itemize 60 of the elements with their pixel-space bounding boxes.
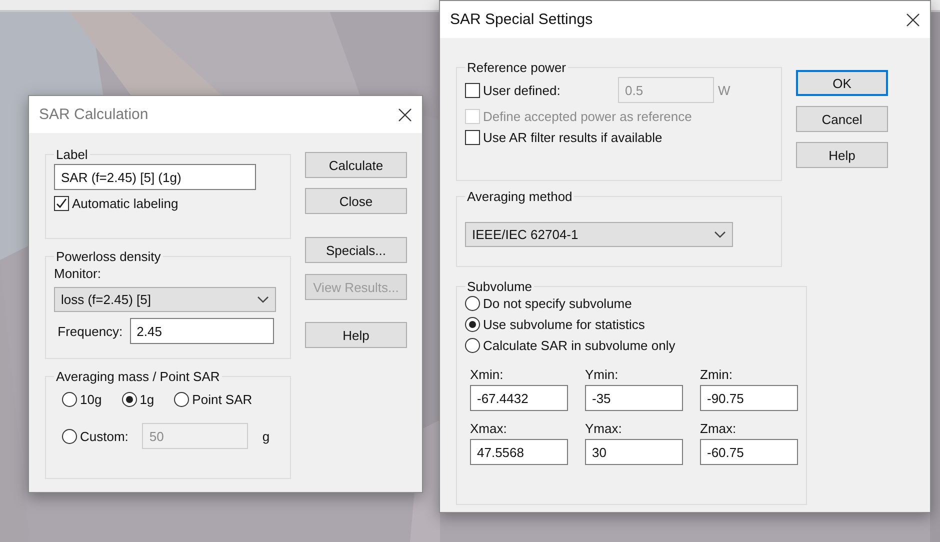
radio-button[interactable]: [174, 392, 190, 407]
dialog-button[interactable]: Help: [305, 322, 407, 348]
coordinate-field[interactable]: 30: [585, 439, 683, 465]
radio-label: 1g: [140, 392, 154, 407]
checkbox[interactable]: [54, 196, 69, 211]
frequency-field[interactable]: 2.45: [130, 318, 274, 344]
checkbox-label: Define accepted power as reference: [483, 109, 692, 124]
frequency-label: Frequency:: [56, 324, 123, 338]
radio-button[interactable]: [465, 296, 480, 311]
dialog-button[interactable]: OK: [796, 70, 888, 96]
checkbox[interactable]: [465, 130, 480, 145]
dropdown-caret-icon: [257, 296, 269, 303]
unit-label: g: [262, 428, 270, 444]
dialog-button[interactable]: Specials...: [305, 237, 407, 263]
coordinate-field[interactable]: -90.75: [700, 385, 798, 411]
radio-button[interactable]: [465, 317, 480, 332]
checkbox-label: Automatic labeling: [72, 196, 178, 211]
radio-label: 10g: [80, 392, 102, 407]
dropdown-caret-icon: [714, 231, 726, 238]
checkbox-label: Use AR filter results if available: [483, 130, 662, 145]
close-icon[interactable]: [398, 108, 412, 122]
radio-label: Do not specify subvolume: [483, 296, 632, 311]
checkbox-label: User defined:: [483, 82, 560, 98]
dialog-button[interactable]: Help: [796, 142, 888, 168]
radio-label: Point SAR: [192, 392, 252, 407]
label-field[interactable]: SAR (f=2.45) [5] (1g): [54, 164, 256, 190]
radio-button[interactable]: [62, 392, 77, 407]
coordinate-field[interactable]: -67.4432: [470, 385, 568, 411]
radio-button[interactable]: [62, 428, 77, 444]
coordinate-field[interactable]: -35: [585, 385, 683, 411]
coordinate-field[interactable]: -60.75: [700, 439, 798, 465]
dialog-button[interactable]: Close: [305, 188, 407, 214]
radio-label: Use subvolume for statistics: [483, 317, 645, 332]
group-title: Label: [55, 147, 89, 162]
coordinate-label: Zmin:: [700, 367, 734, 382]
radio-label: Custom:: [80, 428, 128, 444]
radio-button[interactable]: [122, 392, 137, 407]
close-icon[interactable]: [906, 12, 920, 26]
coordinate-label: Xmin:: [470, 367, 504, 382]
radio-label: Calculate SAR in subvolume only: [483, 338, 676, 353]
radio-button[interactable]: [465, 338, 480, 353]
coordinate-label: Xmax:: [470, 421, 508, 436]
checkbox[interactable]: [465, 82, 480, 98]
dialog-button[interactable]: Calculate: [305, 152, 407, 178]
coordinate-label: Zmax:: [700, 421, 738, 436]
averaging-method-dropdown[interactable]: IEEE/IEC 62704-1: [465, 222, 733, 247]
coordinate-label: Ymax:: [585, 421, 623, 436]
group-title: Averaging method: [466, 189, 574, 204]
unit-label: W: [718, 82, 730, 98]
coordinate-field[interactable]: 47.5568: [470, 439, 568, 465]
group-title: Reference power: [466, 60, 567, 75]
coordinate-label: Ymin:: [585, 367, 620, 382]
monitor-dropdown[interactable]: loss (f=2.45) [5]: [54, 287, 276, 312]
group-title: Powerloss density: [55, 249, 162, 264]
group-title: Averaging mass / Point SAR: [55, 369, 221, 384]
window-title: SAR Special Settings: [450, 11, 593, 28]
dialog-button[interactable]: Cancel: [796, 106, 888, 132]
monitor-label: Monitor:: [54, 266, 102, 281]
window-title: SAR Calculation: [39, 106, 148, 123]
group-title: Subvolume: [466, 279, 534, 294]
